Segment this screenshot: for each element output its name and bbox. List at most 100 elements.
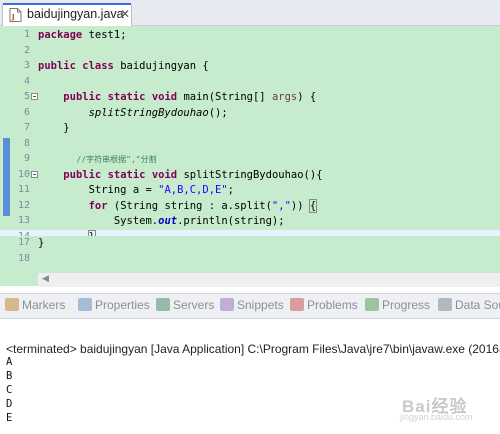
tab-label: Data Sou [455, 298, 500, 312]
code-line: 9 //字符串根据","分割 [0, 152, 500, 168]
code-line: 8 [0, 137, 500, 153]
properties-icon [78, 298, 92, 311]
close-icon[interactable]: ✕ [120, 7, 130, 21]
code-fragment: ; [227, 184, 234, 196]
keyword: void [151, 91, 178, 103]
code-text: public static void splitStringBydouhao()… [38, 168, 322, 184]
progress-icon [365, 298, 379, 311]
active-tab-indicator [3, 3, 131, 5]
problems-icon [290, 298, 304, 311]
code-fragment: (String string : a.split( [107, 199, 272, 212]
console-output-line: C [6, 384, 13, 396]
tab-label: Properties [95, 298, 150, 312]
line-number: 9 [23, 153, 30, 164]
line-number: 18 [17, 252, 30, 264]
tab-problems[interactable]: Problems [290, 298, 358, 316]
line-number: 13 [17, 215, 30, 226]
keyword: package [38, 29, 83, 41]
code-line: 2 [0, 44, 500, 60]
line-number: 17 [17, 237, 30, 248]
code-text: splitStringBydouhao(); [38, 106, 228, 122]
code-text: System.out.println(string); [38, 214, 285, 230]
editor-tab-bar: J baidujingyan.java ✕ [0, 0, 500, 26]
keyword: for [88, 199, 108, 212]
code-text: public static void main(String[] args) { [38, 90, 316, 106]
line-number: 5 [23, 91, 30, 102]
markers-icon [5, 298, 19, 311]
code-line: 12 for (String string : a.split(",")) { [0, 198, 500, 215]
code-fragment: ) { [297, 91, 317, 103]
tab-label: Problems [307, 298, 358, 312]
view-tab-bar: Markers Properties Servers Snippets Prob… [0, 293, 500, 319]
line-number: 1 [23, 29, 30, 40]
code-text: } [38, 236, 44, 252]
tab-properties[interactable]: Properties [78, 298, 150, 316]
string-literal: "," [271, 199, 291, 212]
line-number: 10 [17, 168, 30, 180]
code-text: for (String string : a.split(",")) { [38, 198, 318, 215]
code-fragment: (); [208, 106, 228, 119]
code-fragment: } [63, 122, 70, 134]
code-line: 5 public static void main(String[] args)… [0, 90, 500, 106]
code-line: 1 package test1; [0, 28, 500, 44]
code-line: 6 splitStringBydouhao(); [0, 106, 500, 122]
code-line: 4 [0, 75, 500, 91]
line-number: 8 [23, 137, 30, 149]
keyword: static [107, 91, 146, 103]
editor-corner [0, 272, 38, 286]
fold-collapse-icon[interactable] [31, 93, 38, 100]
editor-tab-label: baidujingyan.java [27, 7, 124, 21]
console-view[interactable]: <terminated> baidujingyan [Java Applicat… [0, 319, 500, 434]
tab-servers[interactable]: Servers [156, 298, 214, 316]
code-text: String a = "A,B,C,D,E"; [38, 183, 234, 199]
line-number: 3 [23, 60, 30, 71]
code-fragment: System. [113, 215, 159, 227]
code-fragment: )) [290, 199, 310, 212]
code-line: 13 System.out.println(string); [0, 214, 500, 230]
keyword: static [107, 168, 146, 181]
method-call: splitStringBydouhao [88, 106, 209, 119]
code-fragment: baidujingyan { [113, 60, 209, 72]
code-line: 18 [0, 252, 500, 268]
code-fragment: main(String[] [177, 91, 272, 103]
svg-text:J: J [11, 13, 15, 21]
code-text: public class baidujingyan { [38, 59, 209, 75]
code-line: 17 } [0, 236, 500, 252]
tab-progress[interactable]: Progress [365, 298, 430, 316]
snippets-icon [220, 298, 234, 311]
console-status-header: <terminated> baidujingyan [Java Applicat… [6, 342, 500, 356]
code-text: } [38, 121, 70, 137]
keyword: public [63, 168, 102, 181]
code-fragment: String a = [88, 184, 159, 196]
fold-collapse-icon[interactable] [31, 170, 38, 178]
code-text: //字符串根据","分割 [38, 152, 157, 168]
line-number: 12 [17, 199, 30, 211]
code-line: 10 public static void splitStringBydouha… [0, 168, 500, 184]
horizontal-scrollbar[interactable]: ◀ [38, 272, 500, 287]
console-output-line: A [6, 356, 13, 368]
console-output-line: B [6, 370, 13, 382]
line-number: 2 [23, 44, 30, 56]
tab-snippets[interactable]: Snippets [220, 298, 284, 316]
tab-label: Snippets [237, 298, 284, 312]
code-text: package test1; [38, 28, 127, 44]
scroll-left-icon[interactable]: ◀ [42, 274, 49, 284]
static-field: out [158, 215, 178, 227]
tab-data-source[interactable]: Data Sou [438, 298, 500, 316]
line-number: 4 [23, 75, 30, 87]
code-line: 3 public class baidujingyan { [0, 59, 500, 75]
code-line: 7 } [0, 121, 500, 137]
keyword: public [38, 60, 76, 72]
tab-markers[interactable]: Markers [5, 298, 65, 316]
code-editor-tail[interactable]: 17 } 18 [0, 236, 500, 272]
editor-tab-baidujingyan[interactable]: J baidujingyan.java ✕ [2, 3, 132, 26]
code-fragment: test1; [82, 29, 127, 41]
console-output-line: E [6, 412, 13, 424]
code-fragment: } [38, 237, 45, 249]
console-output-line: D [6, 398, 13, 410]
code-fragment: .println(string); [177, 215, 285, 227]
code-line: 11 String a = "A,B,C,D,E"; [0, 183, 500, 199]
servers-icon [156, 298, 170, 311]
java-file-icon: J [9, 8, 22, 22]
tab-label: Markers [22, 298, 66, 312]
